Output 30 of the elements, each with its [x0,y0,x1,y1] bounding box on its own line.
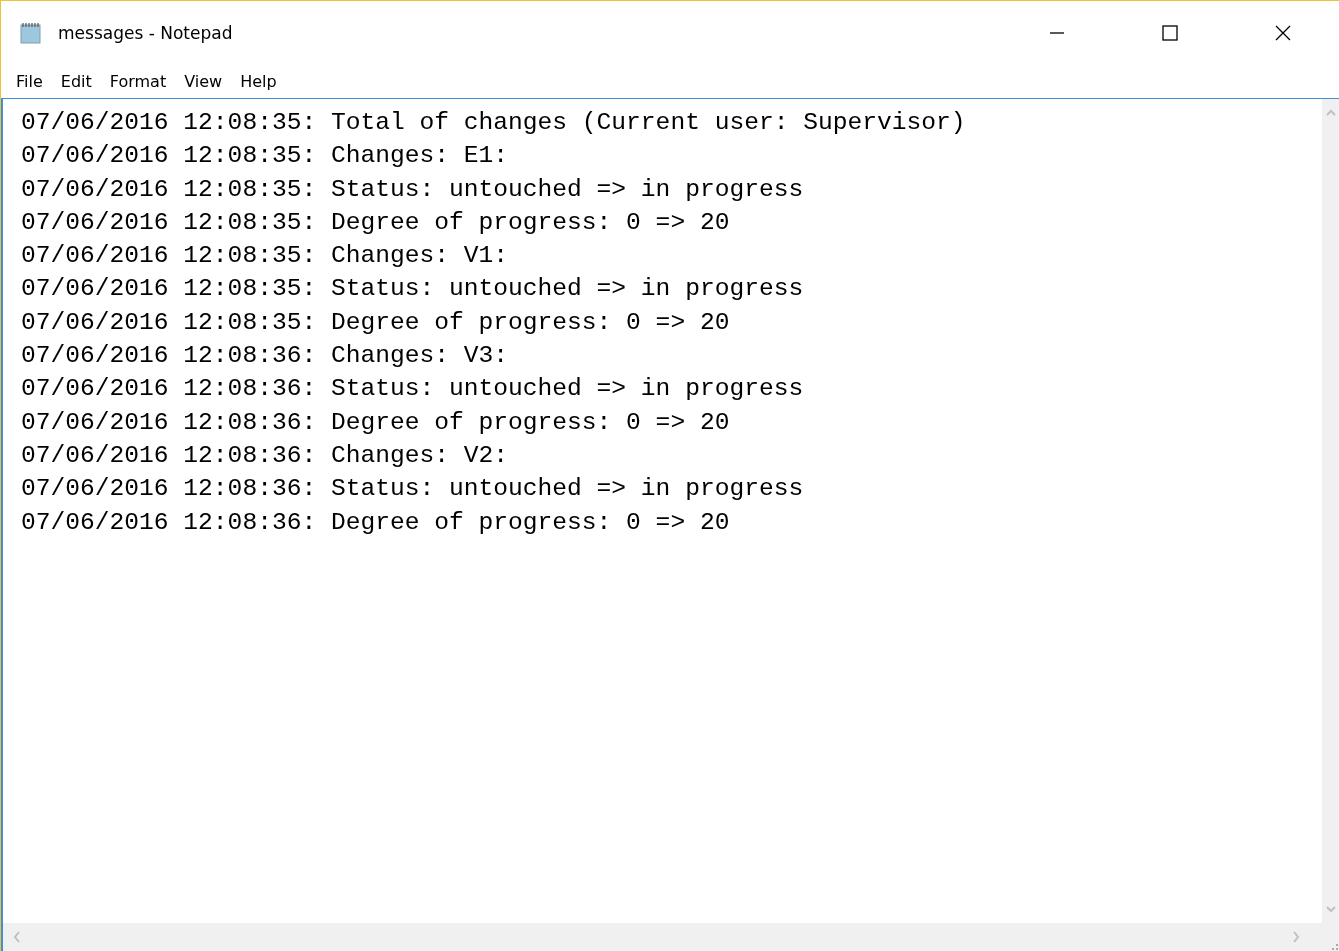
scroll-right-icon[interactable] [1292,931,1300,943]
text-line: 07/06/2016 12:08:35: Degree of progress: 0 => 20 [21,207,730,238]
text-line: 07/06/2016 12:08:35: Total of changes (Current user: Supervisor) [21,108,966,138]
text-line: 07/06/2016 12:08:36: Degree of progress: 0 => 20 [21,407,730,438]
text-line: 07/06/2016 12:08:36: Changes: V3: [21,341,509,372]
menu-item[interactable]: Format [102,69,174,94]
menu-item[interactable]: Edit [53,69,99,94]
horizontal-scrollbar[interactable] [3,923,1322,951]
text-line: 07/06/2016 12:08:35: Status: untouched => in progress [21,274,804,305]
menu-item[interactable]: View [177,69,230,94]
vertical-scrollbar[interactable] [1322,99,1339,923]
menu-item[interactable]: File [9,69,50,94]
text-line: 07/06/2016 12:08:35: Degree of progress: 0 => 20 [21,307,730,338]
text-line: 07/06/2016 12:08:35: Status: untouched => in progress [21,174,804,205]
maximize-icon [1161,25,1178,41]
text-line: 07/06/2016 12:08:36: Degree of progress: 0 => 20 [21,507,730,538]
scroll-left-icon[interactable] [13,931,21,943]
menu-item[interactable]: Help [233,69,284,94]
text-line: 07/06/2016 12:08:36: Status: untouched => in progress [21,374,804,405]
scroll-down-icon[interactable] [1325,905,1336,913]
close-icon [1274,25,1291,41]
window-title: messages - Notepad [58,23,233,43]
text-line: 07/06/2016 12:08:35: Changes: V1: [21,241,509,272]
text-line: 07/06/2016 12:08:36: Status: untouched => in progress [21,474,804,505]
minimize-icon [1049,32,1064,34]
scroll-up-icon[interactable] [1325,109,1336,117]
notepad-icon [19,21,43,45]
resize-grip-icon[interactable] [1331,943,1339,951]
text-line: 07/06/2016 12:08:36: Changes: V2: [21,440,509,471]
text-line: 07/06/2016 12:08:35: Changes: E1: [21,141,509,172]
